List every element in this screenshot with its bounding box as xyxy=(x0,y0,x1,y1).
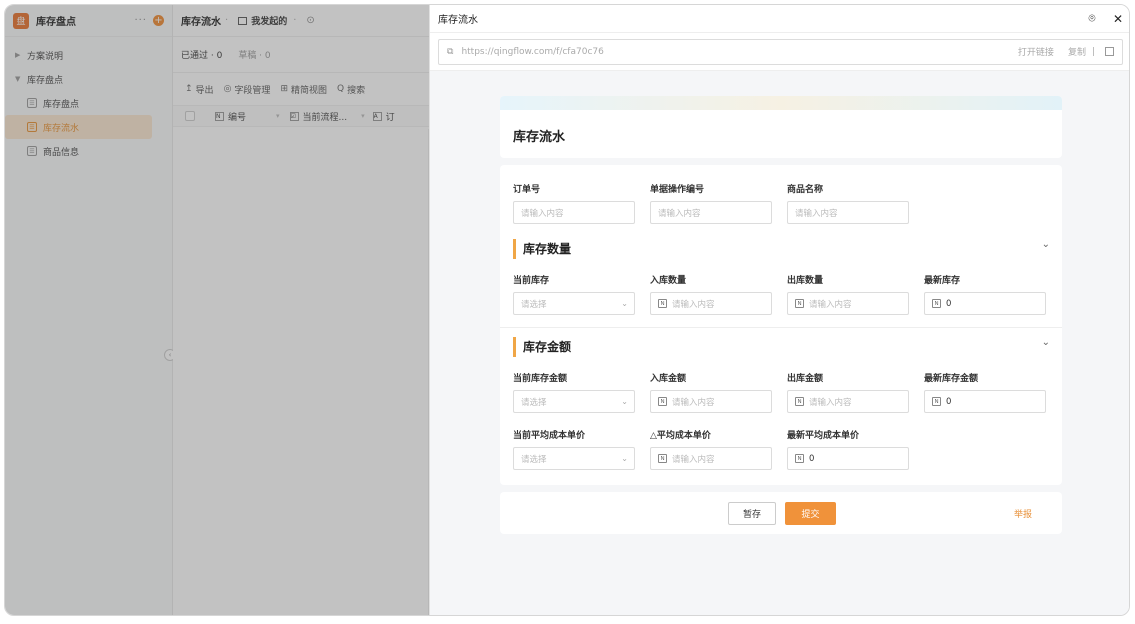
field-label: 入库金额 xyxy=(650,371,686,384)
field-current-amount: 当前库存金额 请选择 ⌄ xyxy=(513,371,567,384)
url-bar: ⧉ https://qingflow.com/f/cfa70c76 打开链接 复… xyxy=(430,33,1130,71)
field-label: 最新平均成本单价 xyxy=(787,428,859,441)
latest-amount-value: N0 xyxy=(924,390,1046,413)
order-no-input[interactable]: 请输入内容 xyxy=(513,201,635,224)
chevron-down-icon[interactable]: ⌄ xyxy=(1042,239,1050,250)
qr-code-icon[interactable] xyxy=(1105,47,1114,56)
in-amount-input[interactable]: N 请输入内容 xyxy=(650,390,772,413)
field-latest-amount: 最新库存金额 N0 xyxy=(924,371,978,384)
field-label: 当前平均成本单价 xyxy=(513,428,585,441)
field-out-qty: 出库数量 N请输入内容 xyxy=(787,273,823,286)
operation-no-input[interactable]: 请输入内容 xyxy=(650,201,772,224)
current-amount-select[interactable]: 请选择 ⌄ xyxy=(513,390,635,413)
number-icon: N xyxy=(795,397,804,406)
out-qty-input[interactable]: N 请输入内容 xyxy=(787,292,909,315)
field-label: 入库数量 xyxy=(650,273,686,286)
location-icon[interactable]: ⌾ xyxy=(1079,11,1105,26)
chevron-down-icon: ⌄ xyxy=(621,397,628,406)
field-delta-avg-cost: △平均成本单价 N请输入内容 xyxy=(650,428,711,441)
form-card: 订单号 请输入内容 单据操作编号 请输入内容 商品名称 请输入内容 库存数量 ⌄… xyxy=(500,165,1062,485)
window-frame: 盘 库存盘点 ··· + ▶ 方案说明 ▼ 库存盘点 ☰ 库存盘点 xyxy=(4,4,1130,616)
section-title-amount: 库存金额 xyxy=(513,337,571,357)
copy-button[interactable]: 复制 xyxy=(1068,45,1086,58)
number-icon: N xyxy=(658,397,667,406)
field-in-amount: 入库金额 N请输入内容 xyxy=(650,371,686,384)
latest-avg-cost-value: N0 xyxy=(787,447,909,470)
share-link-box: ⧉ https://qingflow.com/f/cfa70c76 打开链接 复… xyxy=(438,39,1123,65)
current-stock-select[interactable]: 请选择 ⌄ xyxy=(513,292,635,315)
current-avg-cost-select[interactable]: 请选择 ⌄ xyxy=(513,447,635,470)
number-icon: N xyxy=(795,299,804,308)
out-amount-input[interactable]: N 请输入内容 xyxy=(787,390,909,413)
field-product-name: 商品名称 请输入内容 xyxy=(787,182,823,195)
number-icon: N xyxy=(932,299,941,308)
submit-button[interactable]: 提交 xyxy=(785,502,836,525)
overlay-mask[interactable] xyxy=(5,5,429,616)
field-label: 当前库存 xyxy=(513,273,549,286)
field-current-stock: 当前库存 请选择 ⌄ xyxy=(513,273,549,286)
input-placeholder: 请输入内容 xyxy=(672,298,715,310)
input-placeholder: 请输入内容 xyxy=(809,396,852,408)
form-title: 库存流水 xyxy=(500,110,1062,145)
select-placeholder: 请选择 xyxy=(521,298,547,310)
input-placeholder: 请输入内容 xyxy=(672,453,715,465)
field-operation-no: 单据操作编号 请输入内容 xyxy=(650,182,704,195)
share-url[interactable]: https://qingflow.com/f/cfa70c76 xyxy=(461,47,1003,57)
field-value: 0 xyxy=(946,397,951,407)
field-label: 出库数量 xyxy=(787,273,823,286)
section-divider xyxy=(500,327,1062,328)
select-placeholder: 请选择 xyxy=(521,396,547,408)
form-header-card: 库存流水 xyxy=(500,96,1062,158)
field-label: 单据操作编号 xyxy=(650,182,704,195)
field-label: 订单号 xyxy=(513,182,540,195)
form-content: 库存流水 订单号 请输入内容 单据操作编号 请输入内容 商品名称 请输入内容 库… xyxy=(430,71,1130,616)
field-label: 当前库存金额 xyxy=(513,371,567,384)
panel-title: 库存流水 xyxy=(438,11,1079,26)
section-title-quantity: 库存数量 xyxy=(513,239,571,259)
field-latest-stock: 最新库存 N0 xyxy=(924,273,960,286)
field-latest-avg-cost: 最新平均成本单价 N0 xyxy=(787,428,859,441)
separator: | xyxy=(1092,47,1095,57)
field-label: 出库金额 xyxy=(787,371,823,384)
product-name-input[interactable]: 请输入内容 xyxy=(787,201,909,224)
select-placeholder: 请选择 xyxy=(521,453,547,465)
close-icon[interactable]: ✕ xyxy=(1105,12,1130,26)
panel-header: 库存流水 ⌾ ✕ xyxy=(430,5,1130,33)
chevron-down-icon[interactable]: ⌄ xyxy=(1042,337,1050,348)
number-icon: N xyxy=(658,454,667,463)
form-footer: 暂存 提交 举报 xyxy=(500,492,1062,534)
field-value: 0 xyxy=(946,299,951,309)
app-background: 盘 库存盘点 ··· + ▶ 方案说明 ▼ 库存盘点 ☰ 库存盘点 xyxy=(5,5,429,616)
record-panel: 库存流水 ⌾ ✕ ⧉ https://qingflow.com/f/cfa70c… xyxy=(429,5,1130,616)
in-qty-input[interactable]: N 请输入内容 xyxy=(650,292,772,315)
field-label: 最新库存 xyxy=(924,273,960,286)
input-placeholder: 请输入内容 xyxy=(672,396,715,408)
chevron-down-icon: ⌄ xyxy=(621,454,628,463)
latest-stock-value: N0 xyxy=(924,292,1046,315)
delta-avg-cost-input[interactable]: N 请输入内容 xyxy=(650,447,772,470)
field-label: △平均成本单价 xyxy=(650,428,711,441)
field-in-qty: 入库数量 N请输入内容 xyxy=(650,273,686,286)
number-icon: N xyxy=(658,299,667,308)
field-label: 商品名称 xyxy=(787,182,823,195)
field-current-avg-cost: 当前平均成本单价 请选择 ⌄ xyxy=(513,428,585,441)
header-banner xyxy=(500,96,1062,110)
chevron-down-icon: ⌄ xyxy=(621,299,628,308)
report-link[interactable]: 举报 xyxy=(1014,507,1032,520)
save-draft-button[interactable]: 暂存 xyxy=(728,502,776,525)
field-order-no: 订单号 请输入内容 xyxy=(513,182,540,195)
number-icon: N xyxy=(795,454,804,463)
link-icon: ⧉ xyxy=(447,47,453,57)
field-out-amount: 出库金额 N请输入内容 xyxy=(787,371,823,384)
field-label: 最新库存金额 xyxy=(924,371,978,384)
number-icon: N xyxy=(932,397,941,406)
field-value: 0 xyxy=(809,454,814,464)
open-link-button[interactable]: 打开链接 xyxy=(1018,45,1054,58)
input-placeholder: 请输入内容 xyxy=(809,298,852,310)
